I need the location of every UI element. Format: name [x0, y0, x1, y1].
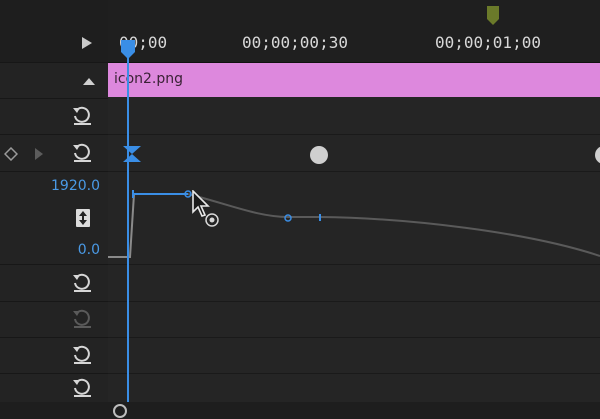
in-point-marker[interactable] [486, 6, 500, 26]
reset-icon-disabled [73, 309, 91, 328]
play-triangle-icon[interactable] [81, 36, 93, 50]
reset-icon[interactable] [70, 104, 94, 128]
property-row [0, 302, 108, 338]
zoom-handle-icon[interactable] [112, 403, 128, 419]
graph-min-value[interactable]: 0.0 [78, 242, 100, 258]
playhead-icon[interactable] [119, 38, 137, 60]
value-graph[interactable] [108, 172, 600, 264]
keyframe-hourglass-icon[interactable] [122, 145, 142, 163]
next-keyframe-icon[interactable] [34, 147, 44, 161]
property-row [0, 338, 108, 374]
property-row [0, 374, 108, 403]
vertical-scale-icon[interactable] [76, 209, 90, 227]
playhead-line[interactable] [127, 48, 129, 402]
lane [108, 302, 600, 338]
reset-icon[interactable] [70, 141, 94, 165]
keyframe-nav-icon[interactable] [4, 147, 18, 161]
lane [108, 98, 600, 135]
timecode-30: 00;00;00;30 [242, 33, 348, 52]
reset-icon[interactable] [70, 271, 94, 295]
collapse-up-icon[interactable] [82, 76, 96, 86]
reset-icon[interactable] [70, 343, 94, 367]
timeline-panel: 00;00 00;00;00;30 00;00;01;00 icon2.png [108, 0, 600, 419]
graph-max-value[interactable]: 1920.0 [51, 178, 100, 194]
cursor-icon [192, 190, 219, 227]
property-row [0, 265, 108, 302]
value-graph-lane[interactable] [108, 172, 600, 265]
keyframe-circle[interactable] [594, 145, 600, 165]
lane [108, 338, 600, 374]
motion-header-row [0, 63, 108, 99]
timecode-1s: 00;00;01;00 [435, 33, 541, 52]
lane [108, 374, 600, 403]
property-row [0, 99, 108, 135]
keyframe-circle[interactable] [309, 145, 329, 165]
value-graph-row: 1920.0 0.0 [0, 172, 108, 265]
keyframe-nav-row [0, 135, 108, 172]
lane [108, 265, 600, 302]
time-ruler[interactable]: 00;00 00;00;00;30 00;00;01;00 [108, 0, 600, 63]
keyframe-lane [108, 135, 600, 172]
clip-bar[interactable]: icon2.png [108, 63, 600, 97]
clip-name: icon2.png [114, 71, 184, 87]
horizontal-scrollbar[interactable] [0, 402, 600, 419]
effect-controls-panel: 1920.0 0.0 [0, 0, 108, 419]
reset-icon[interactable] [70, 376, 94, 400]
header-row [0, 0, 108, 63]
